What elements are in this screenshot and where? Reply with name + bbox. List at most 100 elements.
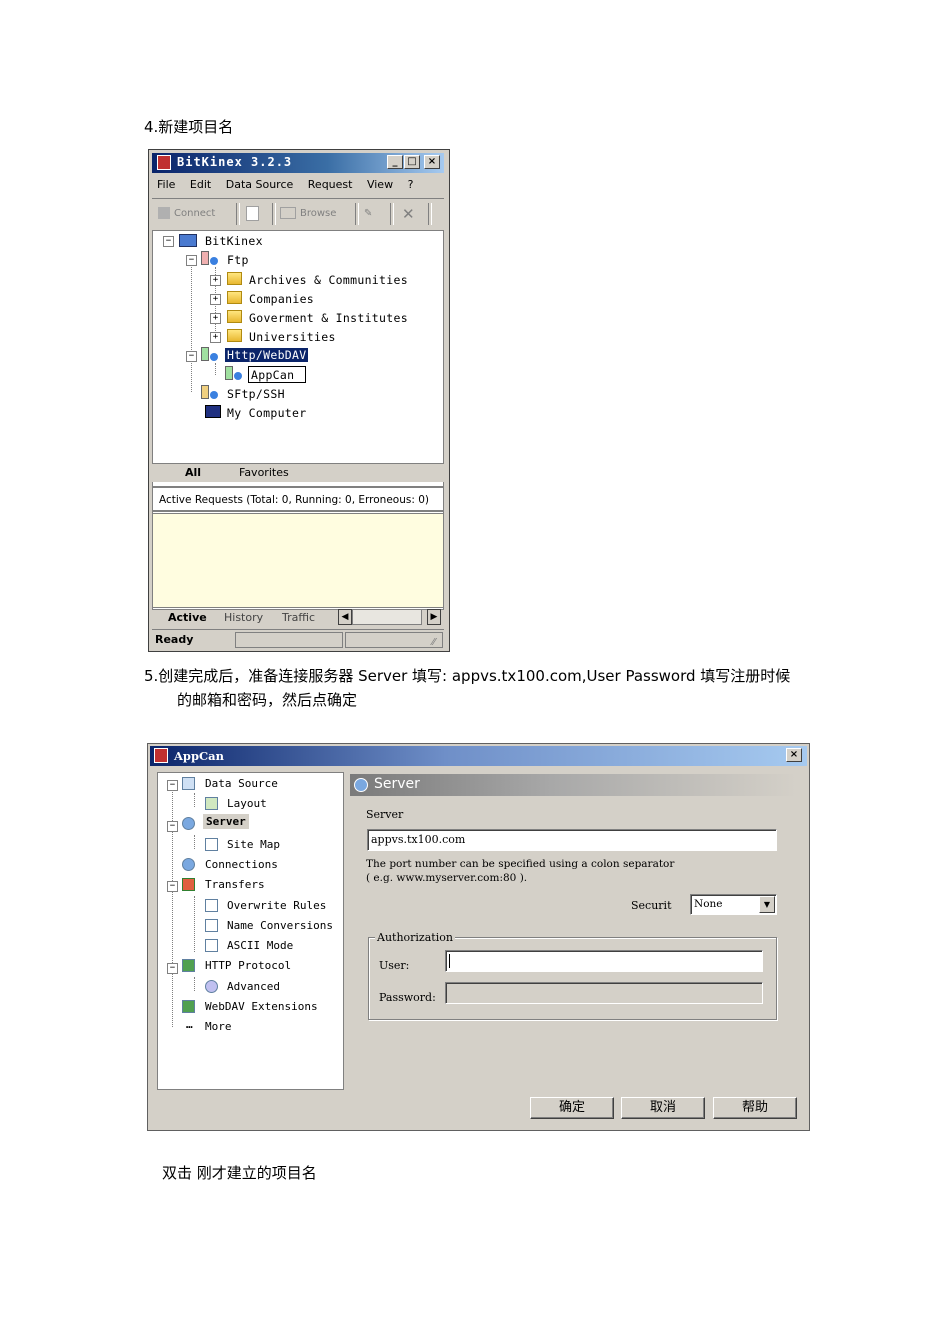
user-label: User: <box>379 959 410 972</box>
menu-help[interactable]: ? <box>408 178 414 191</box>
edit-icon[interactable]: ✎ <box>364 204 380 224</box>
tree-advanced[interactable]: Advanced <box>227 980 280 993</box>
app-icon <box>154 748 168 763</box>
webdav-icon <box>182 1000 195 1013</box>
ok-button[interactable]: 确定 <box>530 1097 614 1119</box>
chevron-down-icon[interactable]: ▼ <box>759 896 775 913</box>
folder-icon <box>227 291 242 304</box>
tree-http-webdav[interactable]: Http/WebDAV <box>225 348 309 362</box>
port-hint-line2: ( e.g. www.myserver.com:80 ). <box>366 872 528 884</box>
tree-my-computer[interactable]: My Computer <box>227 406 306 420</box>
tree-ftp-companies[interactable]: Companies <box>249 292 314 306</box>
text-cursor <box>449 954 450 968</box>
tree-ftp-archives[interactable]: Archives & Communities <box>249 273 408 287</box>
expand-icon[interactable]: + <box>210 275 221 286</box>
browse-button[interactable]: Browse <box>280 204 346 224</box>
resize-grip-icon[interactable]: ⁄⁄ <box>432 637 435 648</box>
menu-file[interactable]: File <box>157 178 175 191</box>
tab-favorites[interactable]: Favorites <box>239 466 289 479</box>
close-icon[interactable]: × <box>424 155 440 169</box>
server-icon <box>354 778 368 792</box>
folder-icon <box>227 272 242 285</box>
expand-icon[interactable]: + <box>210 313 221 324</box>
ascii-mode-icon <box>205 939 218 952</box>
minimize-icon[interactable]: _ <box>387 155 403 169</box>
collapse-icon[interactable]: − <box>167 881 178 892</box>
settings-tree: − Data Source Layout − Server Site Map C… <box>157 772 344 1090</box>
user-input[interactable] <box>445 950 763 972</box>
panel-header: Server <box>350 774 797 796</box>
tree-ftp[interactable]: Ftp <box>227 253 249 267</box>
security-label: Securit <box>631 899 672 912</box>
scroll-left-icon[interactable]: ◀ <box>338 609 352 625</box>
tree-ascii-mode[interactable]: ASCII Mode <box>227 939 293 952</box>
server-input[interactable]: appvs.tx100.com <box>367 829 777 851</box>
tree-http-protocol[interactable]: HTTP Protocol <box>205 959 291 972</box>
tab-history[interactable]: History <box>224 611 263 624</box>
server-icon <box>182 817 195 830</box>
collapse-icon[interactable]: − <box>186 255 197 266</box>
browse-icon <box>280 207 296 219</box>
connect-icon <box>158 207 170 219</box>
collapse-icon[interactable]: − <box>167 963 178 974</box>
tree-transfers[interactable]: Transfers <box>205 878 265 891</box>
tree-data-source[interactable]: Data Source <box>205 777 278 790</box>
menu-edit[interactable]: Edit <box>190 178 211 191</box>
computer-icon <box>179 234 197 247</box>
tree-site-map[interactable]: Site Map <box>227 838 280 851</box>
tree-more[interactable]: More <box>205 1020 232 1033</box>
http-server-icon <box>201 347 209 361</box>
user-icon <box>210 391 218 399</box>
collapse-icon[interactable]: − <box>163 236 174 247</box>
tree-connections[interactable]: Connections <box>205 858 278 871</box>
tree-overwrite-rules[interactable]: Overwrite Rules <box>227 899 326 912</box>
security-select[interactable]: None ▼ <box>690 894 777 915</box>
collapse-icon[interactable]: − <box>186 351 197 362</box>
cancel-button[interactable]: 取消 <box>621 1097 705 1119</box>
new-doc-icon[interactable] <box>246 204 262 224</box>
tree-name-conversions[interactable]: Name Conversions <box>227 919 333 932</box>
overwrite-rules-icon <box>205 899 218 912</box>
bitkinex-title: BitKinex 3.2.3 <box>177 155 293 169</box>
menu-data-source[interactable]: Data Source <box>226 178 294 191</box>
tree-root-bitkinex[interactable]: BitKinex <box>205 234 263 248</box>
data-source-icon <box>182 777 195 790</box>
folder-icon <box>227 329 242 342</box>
connect-button[interactable]: Connect <box>158 204 228 224</box>
tree-ftp-goverment[interactable]: Goverment & Institutes <box>249 311 408 325</box>
tree-appcan-rename[interactable]: AppCan <box>248 366 306 383</box>
more-icon: … <box>186 1018 193 1031</box>
menu-request[interactable]: Request <box>308 178 353 191</box>
transfers-icon <box>182 878 195 891</box>
collapse-icon[interactable]: − <box>167 821 178 832</box>
scroll-right-icon[interactable]: ▶ <box>427 609 441 625</box>
expand-icon[interactable]: + <box>210 294 221 305</box>
tree-sftp-ssh[interactable]: SFtp/SSH <box>227 387 285 401</box>
active-requests-header: Active Requests (Total: 0, Running: 0, E… <box>159 494 429 506</box>
server-value: appvs.tx100.com <box>371 833 466 846</box>
tree-webdav-extensions[interactable]: WebDAV Extensions <box>205 1000 318 1013</box>
app-icon <box>157 155 171 170</box>
tab-active[interactable]: Active <box>168 611 207 624</box>
delete-icon[interactable]: ✕ <box>402 204 418 224</box>
collapse-icon[interactable]: − <box>167 780 178 791</box>
password-input[interactable] <box>445 982 763 1004</box>
tab-all[interactable]: All <box>185 466 201 479</box>
maximize-icon[interactable]: □ <box>404 155 420 169</box>
site-map-icon <box>205 838 218 851</box>
status-ready: Ready <box>155 633 194 646</box>
tree-layout[interactable]: Layout <box>227 797 267 810</box>
step-5-text-line2: 的邮箱和密码，然后点确定 <box>177 691 358 709</box>
help-button[interactable]: 帮助 <box>713 1097 797 1119</box>
http-protocol-icon <box>182 959 195 972</box>
menu-bar: File Edit Data Source Request View ? <box>157 178 424 191</box>
tree-server[interactable]: Server <box>203 814 249 829</box>
password-label: Password: <box>379 991 436 1004</box>
tab-scrollbar[interactable] <box>352 609 422 625</box>
close-icon[interactable]: × <box>786 748 802 762</box>
expand-icon[interactable]: + <box>210 332 221 343</box>
menu-view[interactable]: View <box>367 178 393 191</box>
tab-traffic[interactable]: Traffic <box>282 611 315 624</box>
browse-label: Browse <box>300 208 337 219</box>
tree-ftp-universities[interactable]: Universities <box>249 330 336 344</box>
